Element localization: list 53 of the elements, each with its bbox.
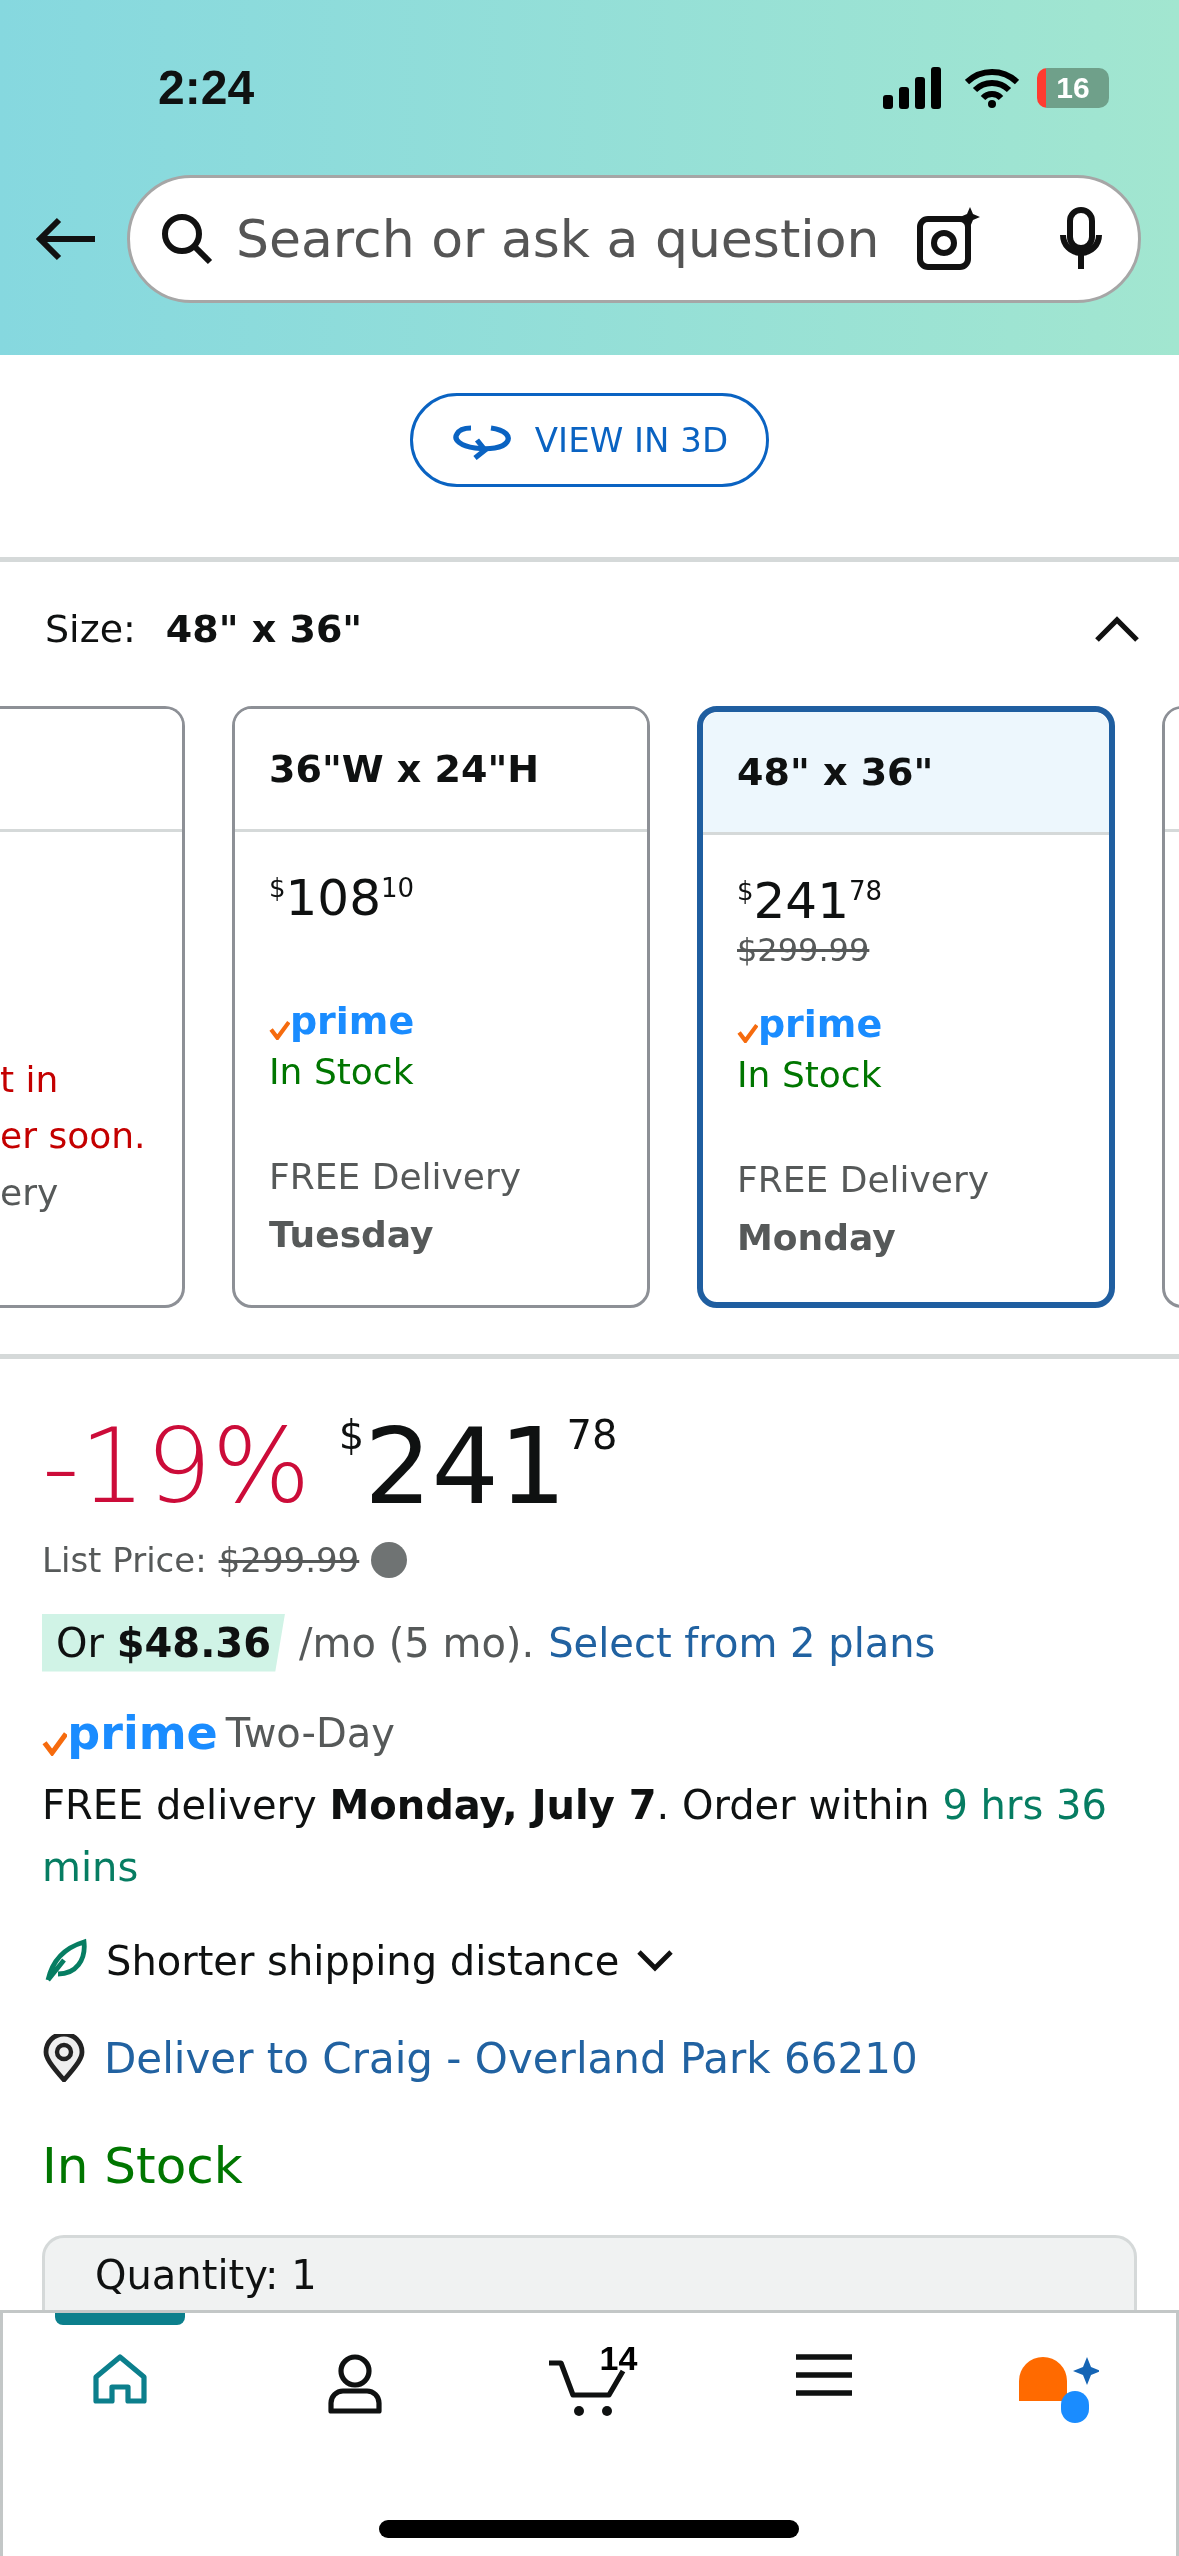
search-bar[interactable]: Search or ask a question: [127, 175, 1141, 303]
prime-logo: prime: [269, 1001, 415, 1040]
delivery-text: FREE Delivery: [269, 1154, 523, 1199]
selected-size: 48" x 36": [165, 607, 363, 651]
delivery-speed: Two-Day: [225, 1709, 395, 1756]
size-title: 48" x 36": [737, 750, 934, 794]
installment-offer: Or $48.36: [42, 1613, 285, 1672]
deliver-to-link[interactable]: Deliver to Craig - Overland Park 66210: [104, 2033, 918, 2083]
delivery-text: FREE Delivery: [737, 1157, 991, 1202]
installment-terms: /mo (5 mo).: [299, 1619, 535, 1666]
prime-logo: prime: [737, 1004, 883, 1043]
view-in-3d-button[interactable]: VIEW IN 3D: [409, 393, 770, 487]
stock-status: In Stock: [737, 1052, 883, 1097]
camera-icon[interactable]: [916, 207, 980, 271]
delivery-day: Tuesday: [269, 1205, 613, 1264]
quantity-dropdown[interactable]: Quantity: 1: [42, 2234, 1137, 2310]
stock-status: In Stock: [269, 1049, 415, 1094]
size-title: 36"W x 24"H: [269, 747, 540, 791]
shipping-note[interactable]: Shorter shipping distance: [106, 1937, 620, 1984]
back-arrow-icon[interactable]: [35, 216, 97, 262]
stock-status: In Stock: [42, 2136, 244, 2195]
chevron-down-icon[interactable]: [637, 1949, 674, 1972]
status-time: 2:24: [158, 60, 255, 115]
size-label: Size:: [45, 607, 136, 651]
search-field[interactable]: Search or ask a question: [234, 208, 896, 270]
delivery-day: Monday: [737, 1208, 1075, 1267]
delivery-message: FREE delivery Monday, July 7. Order within 9 hrs 36 mins: [42, 1780, 1108, 1892]
cart-tab[interactable]: 14: [519, 2313, 660, 2453]
list-price: $299.99: [218, 1539, 360, 1580]
wifi-icon: [965, 67, 1019, 108]
chevron-up-icon[interactable]: [1095, 616, 1139, 642]
microphone-icon[interactable]: [1060, 207, 1102, 271]
select-plans-link[interactable]: Select from 2 plans: [548, 1619, 936, 1666]
option-price: $^{$}$108$^{10}$: [269, 867, 416, 928]
list-price: $299.99: [737, 930, 871, 971]
home-icon: [92, 2353, 149, 2405]
product-price: $^{$}$241$^{78}$: [338, 1409, 618, 1526]
cart-count: 14: [599, 2339, 638, 2378]
delivery-text: ery: [0, 1171, 60, 1215]
location-pin-icon: [42, 2034, 86, 2083]
size-option-card[interactable]: 36"W x 24"H $^{$}$108$^{10}$ prime In Stock FREE Delivery Tuesday: [232, 706, 650, 1308]
search-icon: [160, 212, 214, 266]
availability-text: t in: [0, 1058, 60, 1102]
battery-indicator: 16: [1037, 67, 1109, 108]
account-icon: [326, 2353, 383, 2415]
discount-percent: -19%: [42, 1409, 311, 1524]
list-price-label: List Price:: [42, 1539, 207, 1580]
size-option-card[interactable]: 48" x 36" $^{$}$241$^{78}$ $299.99 prime In Stock FREE Delivery Monday: [697, 706, 1115, 1308]
option-price: $^{$}$241$^{78}$: [737, 870, 884, 931]
availability-text: er soon.: [0, 1114, 147, 1158]
menu-icon: [796, 2353, 853, 2397]
info-icon[interactable]: [371, 1541, 408, 1578]
size-option-card[interactable]: t in er soon. ery: [0, 706, 185, 1308]
